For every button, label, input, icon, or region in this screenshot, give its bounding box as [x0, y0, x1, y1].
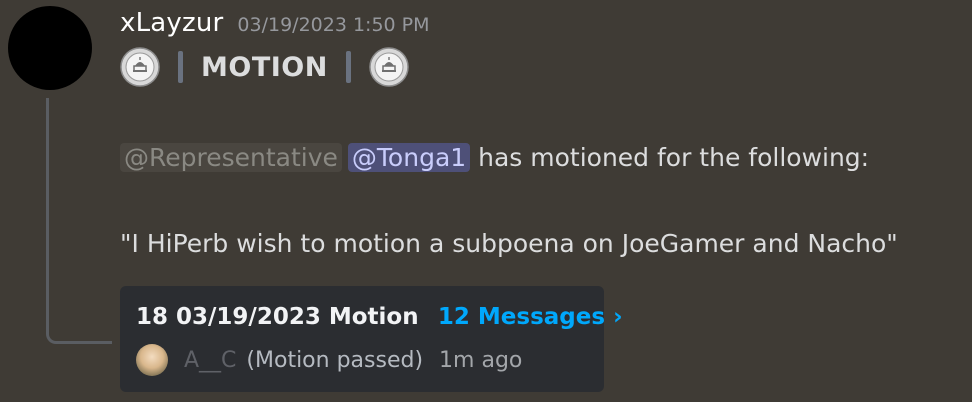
thread-message-count-link[interactable]: 12 Messages › [438, 304, 623, 330]
thread-preview-card[interactable]: 18 03/19/2023 Motion 12 Messages › A__C … [120, 286, 623, 392]
last-author-name: A__C [184, 347, 237, 373]
message-header: xLayzur 03/19/2023 1:50 PM [120, 8, 430, 42]
capitol-seal-icon [369, 47, 409, 87]
message-body: @Representative @Tonga1 has motioned for … [120, 138, 869, 178]
user-mention[interactable]: @Tonga1 [347, 143, 471, 172]
motion-title: MOTION [201, 51, 328, 83]
message-text: has motioned for the following: [470, 143, 870, 172]
thread-last-message: A__C (Motion passed) 1m ago [136, 344, 522, 376]
avatar[interactable] [8, 6, 92, 90]
role-mention[interactable]: @Representative [120, 143, 342, 172]
title-divider [345, 51, 351, 83]
username[interactable]: xLayzur [120, 8, 223, 38]
motion-quote: "I HiPerb wish to motion a subpoena on J… [120, 229, 898, 258]
title-divider [178, 51, 183, 83]
capitol-seal-icon [120, 47, 160, 87]
thread-name[interactable]: 18 03/19/2023 Motion [136, 304, 419, 330]
chat-message: xLayzur 03/19/2023 1:50 PM MOTION @Repre… [0, 0, 972, 402]
thread-connector-line [46, 98, 112, 344]
motion-title-row: MOTION [120, 44, 409, 90]
last-author-avatar [136, 344, 168, 376]
thread-header: 18 03/19/2023 Motion 12 Messages › [136, 304, 623, 330]
last-message-time: 1m ago [439, 347, 523, 373]
last-message-text: (Motion passed) [246, 347, 424, 373]
message-timestamp: 03/19/2023 1:50 PM [237, 14, 430, 36]
